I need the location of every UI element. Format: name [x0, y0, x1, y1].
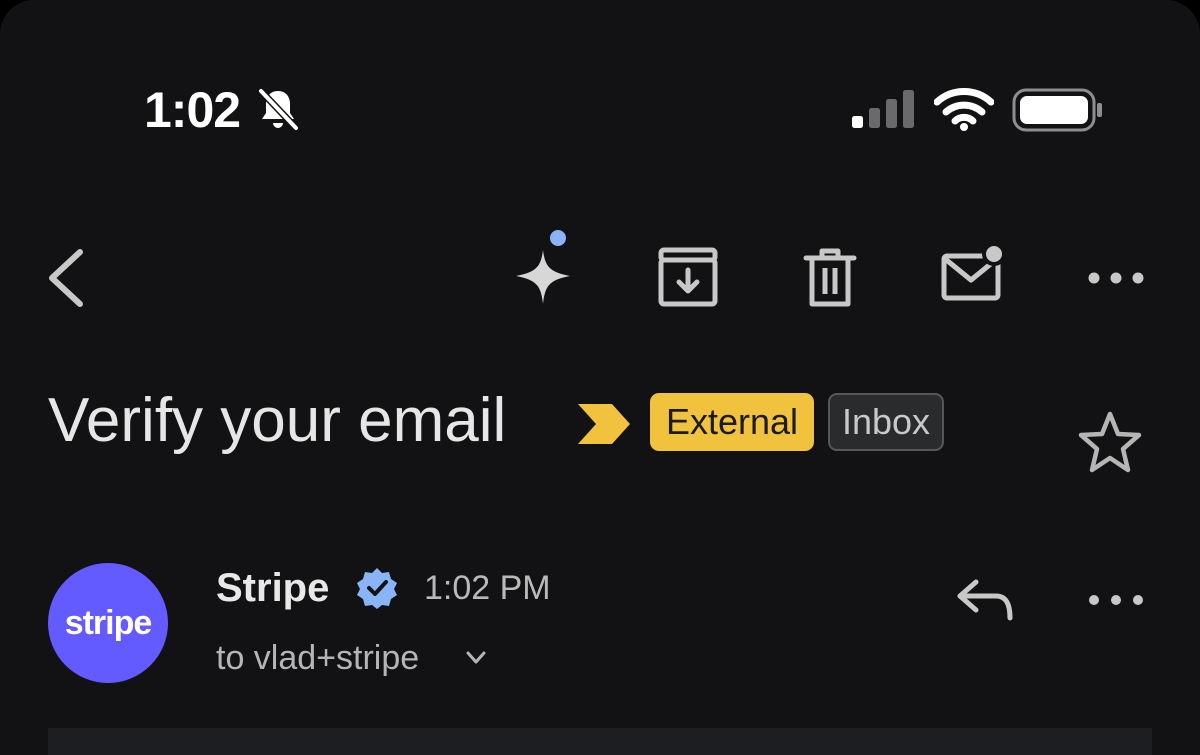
recipient-details[interactable]: to vlad+stripe [216, 636, 419, 680]
wifi-icon [934, 88, 994, 131]
archive-button[interactable] [652, 246, 724, 310]
star-icon[interactable] [1076, 410, 1144, 474]
reply-button[interactable] [954, 574, 1016, 624]
cellular-signal-icon [852, 90, 914, 128]
sender-avatar[interactable]: stripe [48, 563, 168, 683]
battery-icon [1012, 88, 1102, 132]
label-inbox[interactable]: Inbox [828, 393, 944, 451]
email-body-card [48, 728, 1152, 755]
label-external[interactable]: External [650, 393, 814, 451]
sender-more-icon[interactable] [1082, 586, 1150, 614]
more-horizontal-icon[interactable] [1082, 260, 1150, 296]
mail-unread-icon[interactable] [936, 242, 1010, 308]
sender-name[interactable]: Stripe [216, 564, 329, 612]
email-screen: 1:02 Verify your email External Inbox st… [0, 0, 1200, 755]
bell-slash-icon [257, 87, 300, 132]
back-button[interactable] [40, 244, 96, 312]
verified-badge-icon [357, 568, 397, 609]
sparkle-icon[interactable] [506, 222, 586, 312]
importance-marker-icon[interactable] [576, 402, 632, 446]
status-time: 1:02 [144, 82, 241, 138]
trash-icon[interactable] [798, 246, 862, 310]
email-subject: Verify your email [48, 386, 507, 455]
chevron-down-icon[interactable] [464, 648, 488, 668]
sent-time: 1:02 PM [424, 569, 551, 607]
